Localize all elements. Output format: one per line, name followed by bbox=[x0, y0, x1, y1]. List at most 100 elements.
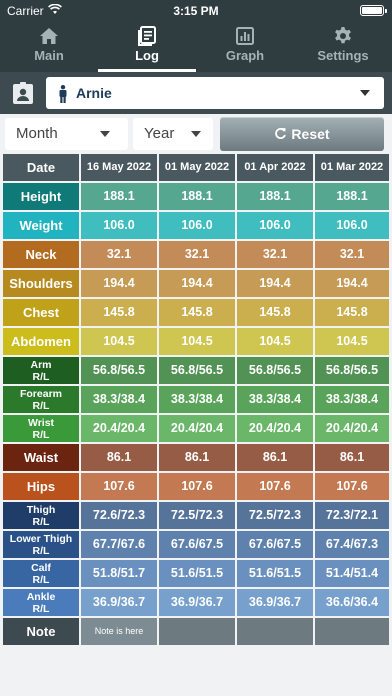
measurement-cell[interactable]: 56.8/56.5 bbox=[315, 357, 389, 384]
date-column-header[interactable]: 16 May 2022 bbox=[81, 154, 157, 181]
reset-button[interactable]: Reset bbox=[220, 117, 384, 151]
measurement-cell[interactable]: 86.1 bbox=[237, 444, 313, 471]
measurement-cell[interactable]: 104.5 bbox=[237, 328, 313, 355]
measurement-cell[interactable]: 188.1 bbox=[237, 183, 313, 210]
table-row: Arm R/L 56.8/56.5 56.8/56.5 56.8/56.5 56.8/56… bbox=[3, 357, 389, 386]
measurement-cell[interactable]: 51.4/51.4 bbox=[315, 560, 389, 587]
measurement-cell[interactable]: 86.1 bbox=[81, 444, 157, 471]
table-row: Lower Thigh R/L 67.7/67.6 67.6/67.5 67.6/67.… bbox=[3, 531, 389, 560]
row-label-text: Waist bbox=[23, 450, 59, 465]
measurement-cell[interactable]: 67.7/67.6 bbox=[81, 531, 157, 558]
row-label: Wrist R/L bbox=[3, 415, 79, 442]
measurement-cell[interactable]: 32.1 bbox=[315, 241, 389, 268]
measurement-cell[interactable]: 72.6/72.3 bbox=[81, 502, 157, 529]
date-column-header[interactable]: 01 May 2022 bbox=[159, 154, 235, 181]
row-label-text: Wrist bbox=[27, 417, 55, 429]
row-label-sub: R/L bbox=[32, 371, 50, 383]
measurement-cell[interactable]: 104.5 bbox=[81, 328, 157, 355]
table-row: Forearm R/L 38.3/38.4 38.3/38.4 38.3/38.4 38.… bbox=[3, 386, 389, 415]
measurement-cell[interactable]: 72.5/72.3 bbox=[237, 502, 313, 529]
measurement-cell[interactable]: 38.3/38.4 bbox=[81, 386, 157, 413]
measurement-cell[interactable]: 20.4/20.4 bbox=[159, 415, 235, 442]
measurement-cell[interactable]: 38.3/38.4 bbox=[159, 386, 235, 413]
measurement-cell[interactable]: 38.3/38.4 bbox=[237, 386, 313, 413]
year-dropdown[interactable]: Year bbox=[133, 118, 213, 150]
measurement-cell[interactable]: 107.6 bbox=[237, 473, 313, 500]
measurement-cell[interactable]: 32.1 bbox=[81, 241, 157, 268]
measurement-cell[interactable]: 56.8/56.5 bbox=[81, 357, 157, 384]
measurement-cell[interactable]: 20.4/20.4 bbox=[315, 415, 389, 442]
measurement-cell[interactable]: 56.8/56.5 bbox=[159, 357, 235, 384]
table-row: Thigh R/L 72.6/72.3 72.5/72.3 72.5/72.3 72.3/… bbox=[3, 502, 389, 531]
measurement-cell[interactable]: 67.6/67.5 bbox=[237, 531, 313, 558]
row-label-text: Hips bbox=[26, 479, 56, 494]
measurement-cell[interactable]: 36.9/36.7 bbox=[81, 589, 157, 616]
row-label: Weight bbox=[3, 212, 79, 239]
measurement-cell[interactable]: 104.5 bbox=[159, 328, 235, 355]
measurement-cell[interactable]: 194.4 bbox=[237, 270, 313, 297]
row-label-text: Neck bbox=[25, 247, 57, 262]
tab-main[interactable]: Main bbox=[0, 22, 98, 72]
measurement-cell[interactable]: 188.1 bbox=[159, 183, 235, 210]
measurement-cell[interactable]: 145.8 bbox=[237, 299, 313, 326]
measurement-cell[interactable]: 38.3/38.4 bbox=[315, 386, 389, 413]
measurement-cell[interactable]: 72.3/72.1 bbox=[315, 502, 389, 529]
measurement-cell[interactable]: 36.9/36.7 bbox=[159, 589, 235, 616]
tab-settings[interactable]: Settings bbox=[294, 22, 392, 72]
measurement-cell[interactable]: 72.5/72.3 bbox=[159, 502, 235, 529]
measurement-cell[interactable]: 86.1 bbox=[315, 444, 389, 471]
measurement-cell[interactable]: 106.0 bbox=[315, 212, 389, 239]
measurement-cell[interactable]: 36.9/36.7 bbox=[237, 589, 313, 616]
table-row: Chest 145.8 145.8 145.8 145.8 bbox=[3, 299, 389, 328]
date-column-header[interactable]: 01 Apr 2022 bbox=[237, 154, 313, 181]
chevron-down-icon bbox=[360, 90, 370, 96]
measurement-cell[interactable]: 107.6 bbox=[81, 473, 157, 500]
row-label-sub: R/L bbox=[32, 574, 50, 586]
measurement-cell[interactable]: 20.4/20.4 bbox=[81, 415, 157, 442]
measurement-cell[interactable]: 86.1 bbox=[159, 444, 235, 471]
measurement-cell[interactable]: 145.8 bbox=[315, 299, 389, 326]
measurement-cell[interactable]: 107.6 bbox=[159, 473, 235, 500]
measurement-cell[interactable]: 51.6/51.5 bbox=[237, 560, 313, 587]
gear-icon bbox=[335, 27, 351, 44]
measurement-cell[interactable]: 107.6 bbox=[315, 473, 389, 500]
tab-log[interactable]: Log bbox=[98, 22, 196, 72]
tab-bar: Main Log Graph Settings bbox=[0, 22, 392, 72]
month-dropdown[interactable]: Month bbox=[5, 118, 128, 150]
measurement-cell[interactable]: 32.1 bbox=[159, 241, 235, 268]
measurement-cell[interactable]: 145.8 bbox=[159, 299, 235, 326]
measurement-cell[interactable]: 56.8/56.5 bbox=[237, 357, 313, 384]
measurement-cell[interactable]: 145.8 bbox=[81, 299, 157, 326]
note-cell[interactable] bbox=[237, 618, 313, 645]
row-label: Lower Thigh R/L bbox=[3, 531, 79, 558]
row-label: Thigh R/L bbox=[3, 502, 79, 529]
measurement-cell[interactable]: 51.8/51.7 bbox=[81, 560, 157, 587]
measurement-cell[interactable]: 67.6/67.5 bbox=[159, 531, 235, 558]
measurement-cell[interactable]: 36.6/36.4 bbox=[315, 589, 389, 616]
person-dropdown[interactable]: Arnie bbox=[46, 77, 384, 109]
measurement-cell[interactable]: 32.1 bbox=[237, 241, 313, 268]
measurement-cell[interactable]: 106.0 bbox=[159, 212, 235, 239]
measurement-cell[interactable]: 194.4 bbox=[81, 270, 157, 297]
refresh-icon bbox=[275, 128, 287, 140]
measurement-cell[interactable]: 194.4 bbox=[159, 270, 235, 297]
measurement-cell[interactable]: 188.1 bbox=[315, 183, 389, 210]
measurement-cell[interactable]: 188.1 bbox=[81, 183, 157, 210]
row-label-sub: R/L bbox=[32, 545, 50, 557]
tab-graph[interactable]: Graph bbox=[196, 22, 294, 72]
measurement-cell[interactable]: 67.4/67.3 bbox=[315, 531, 389, 558]
date-header: Date bbox=[3, 154, 79, 181]
row-label-sub: R/L bbox=[32, 603, 50, 615]
note-cell[interactable]: Note is here bbox=[81, 618, 157, 645]
measurement-cell[interactable]: 51.6/51.5 bbox=[159, 560, 235, 587]
measurement-cell[interactable]: 194.4 bbox=[315, 270, 389, 297]
date-column-header[interactable]: 01 Mar 2022 bbox=[315, 154, 389, 181]
row-label: Neck bbox=[3, 241, 79, 268]
measurement-cell[interactable]: 106.0 bbox=[81, 212, 157, 239]
row-label-text: Abdomen bbox=[11, 334, 71, 349]
note-cell[interactable] bbox=[315, 618, 389, 645]
note-cell[interactable] bbox=[159, 618, 235, 645]
measurement-cell[interactable]: 20.4/20.4 bbox=[237, 415, 313, 442]
measurement-cell[interactable]: 104.5 bbox=[315, 328, 389, 355]
measurement-cell[interactable]: 106.0 bbox=[237, 212, 313, 239]
